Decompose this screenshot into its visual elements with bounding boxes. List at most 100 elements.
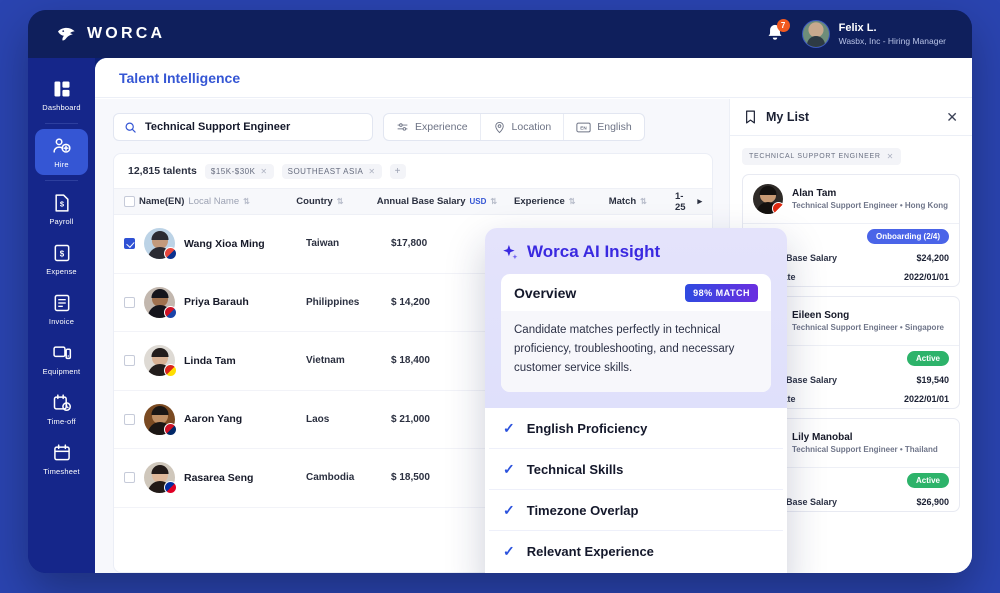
- filter-chip-region-label: SOUTHEAST ASIA: [287, 166, 364, 176]
- column-experience[interactable]: Experience ⇅: [514, 196, 609, 207]
- ai-overview-text: Candidate matches perfectly in technical…: [501, 311, 771, 392]
- search-icon: [125, 122, 136, 133]
- timesheet-calendar-icon: [53, 444, 70, 461]
- column-match[interactable]: Match ⇅: [609, 196, 675, 207]
- check-icon: ✓: [503, 543, 515, 559]
- user-menu[interactable]: Felix L. Wasbx, Inc - Hiring Manager: [801, 20, 946, 48]
- cell-country: Philippines: [306, 296, 360, 308]
- my-list-title: My List: [766, 110, 810, 124]
- add-filter-button[interactable]: +: [389, 163, 406, 179]
- ai-insight-top: Worca AI Insight Overview 98% MATCH Cand…: [485, 228, 787, 408]
- filter-group: Experience Location EN English: [383, 113, 645, 141]
- row-checkbox[interactable]: [124, 472, 135, 484]
- worca-bird-logo-icon: [56, 23, 78, 45]
- row-checkbox[interactable]: [124, 296, 135, 308]
- sidebar-item-hire[interactable]: Hire: [35, 129, 88, 175]
- ai-check-list: ✓ English Proficiency ✓ Technical Skills ✓ Ti…: [485, 408, 787, 572]
- sort-icon[interactable]: ⇅: [569, 197, 576, 206]
- cell-name: Aaron Yang: [124, 403, 306, 436]
- ai-check-item: ✓ Relevant Experience: [489, 531, 783, 572]
- filter-english[interactable]: EN English: [564, 114, 643, 140]
- close-icon[interactable]: ✕: [946, 109, 958, 126]
- sidebar-item-expense[interactable]: $ Expense: [35, 236, 88, 282]
- column-name[interactable]: Name(EN) Local Name ⇅: [124, 196, 296, 207]
- pagination-label: 1-25: [674, 190, 686, 213]
- cell-country: Taiwan: [306, 238, 340, 250]
- search-value: Technical Support Engineer: [145, 121, 291, 133]
- sidebar-item-payroll[interactable]: $ Payroll: [35, 186, 88, 232]
- svg-text:EN: EN: [581, 125, 588, 130]
- my-list-card-header: Alan Tam Technical Support Engineer • Hon…: [743, 175, 959, 224]
- column-salary-currency: USD: [469, 197, 487, 206]
- brand[interactable]: WORCA: [56, 23, 165, 45]
- ai-overview-head: Overview 98% MATCH: [501, 274, 771, 311]
- language-en-icon: EN: [576, 122, 591, 132]
- candidate-name: Rasarea Seng: [184, 471, 254, 484]
- sidebar-item-label: Dashboard: [42, 103, 81, 112]
- filter-experience-label: Experience: [415, 121, 468, 133]
- country-flag-icon: [164, 247, 177, 261]
- cell-country: Laos: [306, 413, 330, 425]
- close-icon[interactable]: ✕: [368, 167, 375, 176]
- column-salary[interactable]: Annual Base Salary USD ⇅: [377, 196, 514, 207]
- column-country[interactable]: Country ⇅: [296, 196, 376, 207]
- filter-location[interactable]: Location: [481, 114, 565, 140]
- filter-chip-salary[interactable]: $15K-$30K ✕: [204, 163, 274, 179]
- pagination[interactable]: 1-25 ▸: [675, 191, 702, 213]
- talents-count: 12,815 talents: [128, 165, 197, 177]
- sort-icon[interactable]: ⇅: [337, 197, 344, 206]
- sidebar-item-invoice[interactable]: Invoice: [35, 286, 88, 332]
- candidate-subtitle: Technical Support Engineer • Singapore: [792, 322, 945, 332]
- avatar-wrap: [144, 286, 177, 319]
- country-flag-icon: [772, 202, 785, 215]
- column-match-label: Match: [608, 196, 637, 207]
- search-input[interactable]: Technical Support Engineer: [113, 113, 373, 141]
- row-checkbox[interactable]: [124, 238, 135, 250]
- sort-icon[interactable]: ⇅: [243, 197, 250, 206]
- payroll-document-icon: $: [54, 194, 69, 212]
- location-pin-icon: [494, 121, 504, 133]
- column-salary-label: Annual Base Salary: [376, 196, 466, 207]
- notification-button[interactable]: 7: [764, 19, 790, 46]
- row-checkbox[interactable]: [124, 413, 135, 425]
- sidebar-item-dashboard[interactable]: Dashboard: [35, 72, 88, 118]
- sidebar-item-label: Timesheet: [43, 467, 80, 476]
- close-icon[interactable]: ✕: [260, 167, 267, 176]
- sidebar-item-timesheet[interactable]: Timesheet: [35, 436, 88, 482]
- timeoff-calendar-clock-icon: [53, 394, 71, 411]
- avatar-wrap: [144, 228, 177, 261]
- avatar: [801, 20, 830, 48]
- candidate-name: Linda Tam: [184, 354, 236, 367]
- brand-name: WORCA: [87, 25, 166, 42]
- sidebar-item-label: Payroll: [49, 217, 74, 226]
- sort-icon[interactable]: ⇅: [490, 197, 497, 206]
- candidate-name: Wang Xioa Ming: [184, 237, 265, 250]
- status-badge: Active: [906, 472, 949, 488]
- avatar-wrap: [144, 345, 177, 378]
- row-checkbox[interactable]: [124, 355, 135, 367]
- my-list-role-tag[interactable]: TECHNICAL SUPPORT ENGINEER ✕: [742, 148, 902, 165]
- filter-experience[interactable]: Experience: [384, 114, 481, 140]
- sort-icon[interactable]: ⇅: [640, 197, 647, 206]
- ai-insight-title: Worca AI Insight: [527, 242, 661, 261]
- user-name: Felix L.: [838, 21, 877, 34]
- salary-value: $24,200: [916, 252, 949, 263]
- sparkle-icon: [503, 244, 518, 259]
- ai-check-item: ✓ English Proficiency: [489, 408, 783, 449]
- sidebar-item-equipment[interactable]: Equipment: [35, 336, 88, 382]
- cell-name: Rasarea Seng: [124, 462, 306, 495]
- table-header: Name(EN) Local Name ⇅ Country ⇅ Annual B…: [114, 188, 712, 215]
- ai-check-item: ✓ Technical Skills: [489, 449, 783, 490]
- filter-chip-region[interactable]: SOUTHEAST ASIA ✕: [281, 163, 382, 179]
- status-badge: Active: [906, 350, 949, 366]
- close-icon[interactable]: ✕: [887, 152, 894, 161]
- sidebar-divider: [45, 123, 78, 124]
- start-date-value: 2022/01/01: [903, 271, 949, 282]
- cell-country: Vietnam: [306, 355, 345, 367]
- sidebar: Dashboard Hire $ Payroll $ Expense Invoice Equi…: [28, 58, 95, 573]
- select-all-checkbox[interactable]: [124, 196, 135, 207]
- sidebar-item-time-off[interactable]: Time-off: [35, 386, 88, 432]
- sliders-icon: [397, 122, 408, 131]
- sidebar-item-label: Expense: [46, 267, 77, 276]
- chevron-right-icon[interactable]: ▸: [697, 196, 702, 207]
